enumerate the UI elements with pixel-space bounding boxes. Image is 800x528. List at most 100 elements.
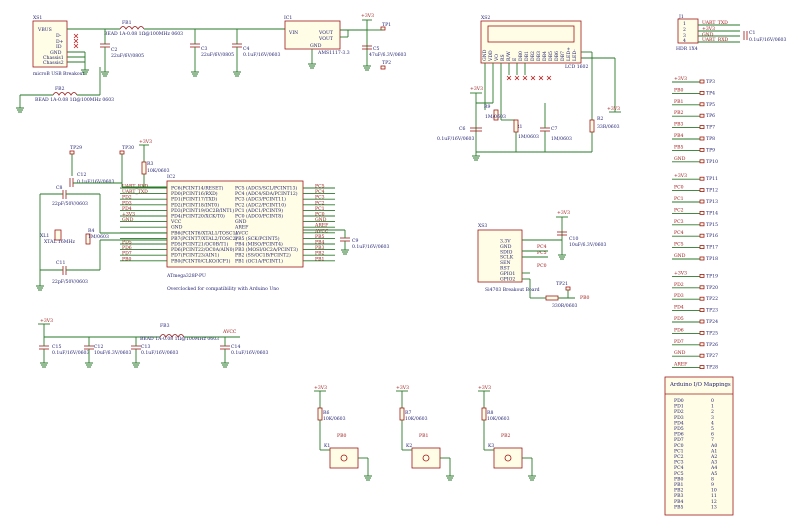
lcd-pin-label: E	[512, 58, 518, 61]
svg-text:330R/0603: 330R/0603	[552, 303, 578, 309]
svg-text:0.1uF/16V/0603: 0.1uF/16V/0603	[231, 350, 268, 356]
test-point-row: PB4 TP8	[672, 133, 715, 142]
map-arduino-pin: 3	[711, 415, 714, 421]
svg-text:BEAD 1A-0.08 1Ω@100MHz 0603: BEAD 1A-0.08 1Ω@100MHz 0603	[35, 96, 114, 103]
test-point-row: +3V3 TP3	[672, 76, 715, 85]
map-arduino-pin: 10	[711, 488, 717, 494]
regulator-ic1: IC1 VIN VOUT VOUT GND AMS1117-3.3	[284, 15, 368, 66]
svg-text:FB1: FB1	[122, 20, 132, 26]
svg-text:+3V3: +3V3	[361, 13, 374, 19]
ic2-right-net: PC5	[315, 184, 325, 190]
test-point-ref: TP8	[706, 136, 715, 142]
test-point-row: PC4 TP16	[672, 230, 718, 239]
ic2-left-pin: PD5(PCINT21/OC0B/T1)	[171, 241, 228, 248]
xs3-pin-label: GPIO1	[500, 271, 515, 277]
svg-text:GND: GND	[310, 43, 322, 49]
svg-text:VBUS: VBUS	[37, 27, 52, 33]
test-point-net: GND	[674, 156, 686, 162]
test-point-ref: TP4	[706, 90, 715, 96]
svg-text:22uF/6V/0805: 22uF/6V/0805	[201, 52, 234, 58]
svg-text:ATmega328P-PU: ATmega328P-PU	[166, 273, 206, 279]
ic2-left-pin: PB0(PCINT0/CLKO/ICP1)	[171, 257, 231, 264]
header-j1: J1 12 34 UART_TXD +3V3 GND UART_RXD HDR …	[676, 14, 786, 52]
lcd-support-components: +3V3 +3V3 R9 1M/0603 R1 1M/0603 R2 33R/0…	[437, 51, 621, 161]
svg-text:AMS1117-3.3: AMS1117-3.3	[317, 50, 350, 56]
svg-text:C4: C4	[243, 46, 250, 52]
pushbutton-k3: +3V3 R810K/0603 PB2 K3	[478, 385, 536, 481]
test-point-net: PC3	[674, 219, 684, 225]
ic2-left-pin: GND	[171, 225, 183, 231]
ic2-right-net: GND	[315, 217, 327, 223]
svg-text:1M/0603: 1M/0603	[485, 114, 506, 120]
button-ref: K1	[324, 443, 330, 449]
test-points-tp1-tp2: TP1 TP2	[367, 22, 391, 70]
svg-text:PC0: PC0	[537, 263, 547, 269]
map-port: PB0	[674, 476, 683, 482]
ic2-right-pin: PC5 (ADC5/SCL/PCINT13)	[235, 185, 297, 192]
map-arduino-pin: A2	[710, 454, 717, 460]
lcd-pin-label: DB7	[560, 51, 566, 61]
svg-text:0.1uF/16V/0603: 0.1uF/16V/0603	[52, 350, 89, 356]
map-port: PD2	[674, 409, 684, 415]
svg-text:+3V3: +3V3	[607, 106, 620, 112]
svg-text:10K/0603: 10K/0603	[147, 168, 170, 174]
svg-text:+3V3: +3V3	[139, 139, 152, 145]
svg-text:ID: ID	[56, 44, 62, 50]
test-point-ref: TP16	[706, 233, 718, 239]
test-point-net: PD6	[674, 327, 684, 333]
test-point-net: PC0	[674, 185, 684, 191]
svg-text:22pF/50V/0603: 22pF/50V/0603	[52, 279, 88, 285]
xs3-pin-label: GND	[500, 244, 512, 250]
lcd-pin-label: VO	[494, 54, 500, 62]
test-point-ref: TP20	[706, 285, 718, 291]
button-ref: K2	[406, 443, 412, 449]
map-arduino-pin: 1	[711, 404, 714, 410]
test-point-net: PB1	[674, 99, 683, 105]
map-port: PC2	[674, 454, 684, 460]
test-point-net: PC2	[674, 207, 684, 213]
svg-text:+3V3: +3V3	[557, 210, 570, 216]
ic2-left-pin: PD6(PCINT22/OC0A/AIN0)	[171, 246, 235, 253]
capacitor-c3: C3 22uF/6V/0805	[190, 29, 234, 72]
test-point-row: +3V3 TP19	[672, 270, 718, 279]
map-port: PB2	[674, 488, 683, 494]
test-point-row: AREF TP28	[672, 362, 718, 371]
svg-text:microB USB Breakout: microB USB Breakout	[33, 71, 85, 77]
ic2-right-net: PB5	[315, 234, 324, 240]
xs3-pin-label: SEN	[500, 260, 511, 266]
ic2-right-pin: PC3 (ADC3/PCINT11)	[235, 196, 286, 203]
test-point-ref: TP10	[706, 159, 718, 165]
test-point-column: +3V3 TP3 PB0 TP4 PB1 TP5 PB2 TP6 PB3 TP7 PB4 TP8 PB5…	[672, 76, 718, 371]
test-point-row: PD5 TP24	[672, 316, 718, 325]
test-point-row: PC3 TP15	[672, 219, 718, 228]
svg-text:C12: C12	[77, 172, 86, 178]
button-supply: +3V3	[478, 385, 491, 391]
svg-text:Chassis2: Chassis2	[43, 60, 64, 66]
test-point-net: GND	[674, 350, 686, 356]
xs3-pin-label: RST	[500, 266, 511, 272]
test-point-ref: TP14	[706, 210, 718, 216]
test-point-row: PD7 TP26	[672, 339, 718, 348]
map-arduino-pin: 9	[711, 482, 714, 488]
test-point-net: PB2	[674, 110, 683, 116]
ic2-left-net: GND	[122, 217, 134, 223]
svg-text:+3V3: +3V3	[40, 318, 53, 324]
capacitor-c4: C4 0.1uF/16V/0603	[232, 29, 280, 72]
ic2-right-net: PB2	[315, 251, 324, 257]
svg-text:TP21: TP21	[556, 281, 568, 287]
test-point-row: PD3 TP22	[672, 293, 718, 302]
ic2-left-pin: PD7(PCINT23/AIN1)	[171, 252, 219, 259]
svg-text:HDR 1X4: HDR 1X4	[676, 46, 698, 52]
map-arduino-pin: 11	[711, 493, 717, 499]
ic2-left-pin: PB6(PCINT6/XTAL1/TOSC1)	[171, 229, 237, 236]
map-arduino-pin: 0	[711, 398, 714, 404]
map-port: PC5	[674, 471, 684, 477]
test-point-net: PC1	[674, 196, 684, 202]
ic2-right-net: PC4	[315, 189, 325, 195]
ic2-left-pin: PD1(PCINT17/TXD)	[171, 196, 217, 203]
capacitor-c5: C5 47uF/6.3V/0603	[362, 45, 406, 58]
test-point-ref: TP3	[706, 79, 715, 85]
svg-text:VIN: VIN	[288, 30, 298, 36]
test-point-net: +3V3	[674, 173, 687, 179]
map-port: PD6	[674, 432, 684, 438]
